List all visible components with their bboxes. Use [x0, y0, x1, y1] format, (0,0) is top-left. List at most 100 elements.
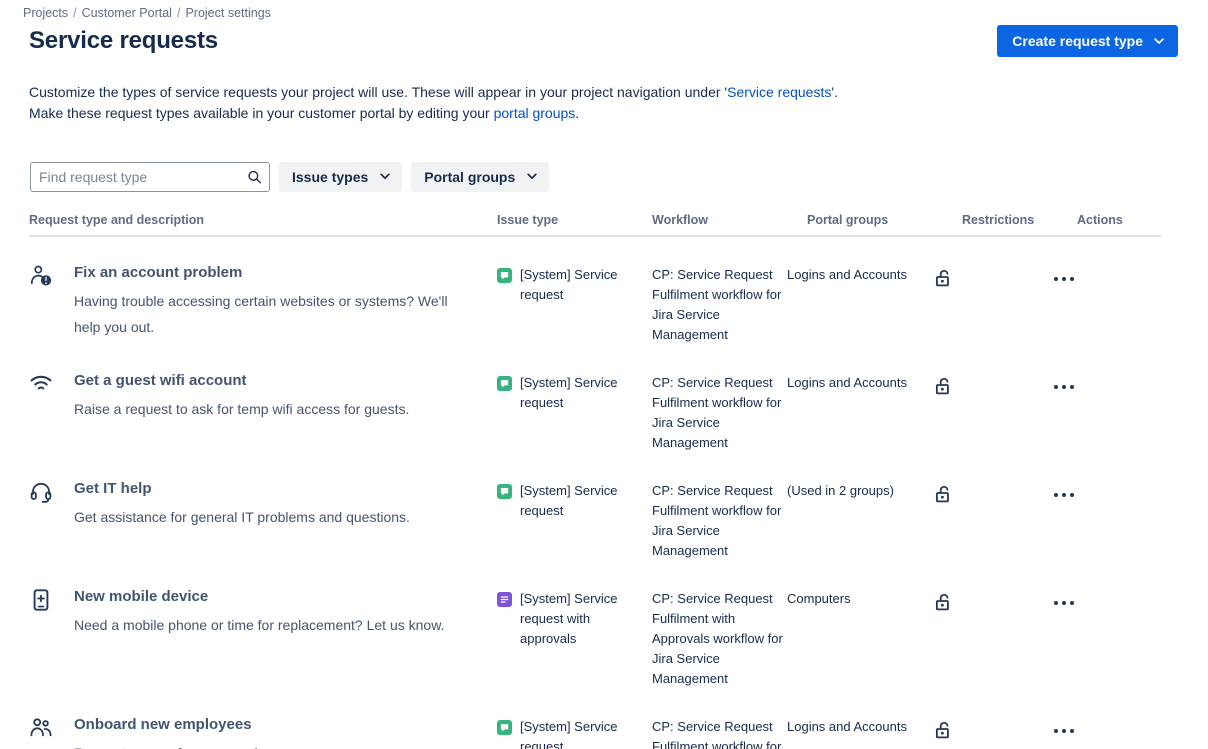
- actions-cell: [1042, 371, 1126, 395]
- create-request-type-label: Create request type: [1012, 33, 1143, 49]
- issue-type-label: [System] Service request with approvals: [520, 591, 618, 646]
- breadcrumb-item-project-settings[interactable]: Project settings: [185, 6, 270, 20]
- issue-type-cell: [System] Service request with approvals: [497, 587, 652, 649]
- portal-groups-cell: Logins and Accounts: [787, 719, 907, 734]
- portal-groups-cell: Computers: [787, 591, 851, 606]
- chevron-down-icon: [379, 169, 391, 185]
- description-text: Make these request types available in yo…: [29, 105, 494, 121]
- issue-types-filter-label: Issue types: [292, 169, 369, 185]
- actions-cell: [1042, 479, 1126, 503]
- request-type-cell: Get a guest wifi account Raise a request …: [29, 371, 497, 422]
- chevron-down-icon: [526, 169, 538, 185]
- headset-icon: [29, 479, 59, 530]
- breadcrumb-item-projects[interactable]: Projects: [23, 6, 68, 20]
- portal-groups-filter-label: Portal groups: [424, 169, 516, 185]
- request-type-cell: Fix an account problem Having trouble acc…: [29, 263, 497, 340]
- person-alert-icon: [29, 263, 59, 340]
- portal-groups-cell: Logins and Accounts: [787, 267, 907, 282]
- request-type-cell: New mobile device Need a mobile phone or …: [29, 587, 497, 638]
- description-text: '.: [831, 84, 838, 100]
- unlocked-padlock-icon[interactable]: [934, 376, 955, 397]
- actions-cell: [1042, 715, 1126, 739]
- request-type-description: Having trouble accessing certain website…: [74, 293, 448, 335]
- table-row: Onboard new employees Request access for …: [29, 689, 1161, 749]
- portal-groups-filter-button[interactable]: Portal groups: [411, 162, 550, 192]
- table-body: Fix an account problem Having trouble acc…: [29, 237, 1161, 749]
- wifi-icon: [29, 371, 59, 422]
- request-type-title[interactable]: Get a guest wifi account: [74, 371, 409, 391]
- actions-cell: [1042, 263, 1126, 287]
- more-actions-icon[interactable]: [1053, 384, 1075, 390]
- mobile-device-add-icon: [29, 587, 59, 638]
- restrictions-cell: [927, 371, 1042, 402]
- page-description: Customize the types of service requests …: [29, 82, 929, 124]
- portal-groups-link[interactable]: portal groups: [494, 105, 576, 121]
- issue-types-filter-button[interactable]: Issue types: [279, 162, 403, 192]
- column-header-issue-type: Issue type: [497, 213, 559, 227]
- column-header-workflow: Workflow: [652, 213, 709, 227]
- request-type-title[interactable]: New mobile device: [74, 587, 444, 607]
- issue-type-label: [System] Service request: [520, 483, 618, 518]
- request-type-title[interactable]: Get IT help: [74, 479, 410, 499]
- column-header-actions: Actions: [1077, 213, 1123, 227]
- issue-type-cell: [System] Service request: [497, 263, 652, 305]
- service-requests-page: Projects / Customer Portal / Project setting…: [0, 0, 1208, 749]
- request-type-description: Get assistance for general IT problems a…: [74, 509, 410, 525]
- request-type-cell: Onboard new employees Request access for …: [29, 715, 497, 749]
- unlocked-padlock-icon[interactable]: [934, 720, 955, 741]
- table-row: New mobile device Need a mobile phone or …: [29, 561, 1161, 689]
- request-type-description: Request access for new employees.: [74, 740, 299, 749]
- issue-type-cell: [System] Service request: [497, 479, 652, 521]
- description-text: Customize the types of service requests …: [29, 84, 728, 100]
- service-request-green-icon: [497, 268, 512, 283]
- more-actions-icon[interactable]: [1053, 600, 1075, 606]
- description-text: .: [575, 105, 580, 121]
- workflow-cell: CP: Service Request Fulfilment workflow …: [652, 375, 782, 450]
- unlocked-padlock-icon[interactable]: [934, 268, 955, 289]
- service-request-green-icon: [497, 376, 512, 391]
- portal-groups-cell: Logins and Accounts: [787, 375, 907, 390]
- request-type-cell: Get IT help Get assistance for general IT…: [29, 479, 497, 530]
- workflow-cell: CP: Service Request Fulfilment workflow …: [652, 719, 782, 749]
- breadcrumb-item-customer-portal[interactable]: Customer Portal: [82, 6, 172, 20]
- service-requests-link[interactable]: Service requests: [727, 84, 831, 100]
- workflow-cell: CP: Service Request Fulfilment workflow …: [652, 267, 782, 342]
- create-request-type-button[interactable]: Create request type: [997, 25, 1178, 57]
- request-type-title[interactable]: Onboard new employees: [74, 715, 299, 735]
- service-request-green-icon: [497, 484, 512, 499]
- unlocked-padlock-icon[interactable]: [934, 484, 955, 505]
- workflow-cell: CP: Service Request Fulfilment with Appr…: [652, 591, 783, 686]
- issue-type-cell: [System] Service request: [497, 371, 652, 413]
- table-header-row: Request type and description Issue type …: [29, 212, 1161, 237]
- column-header-restrictions: Restrictions: [962, 213, 1035, 227]
- issue-type-cell: [System] Service request: [497, 715, 652, 749]
- restrictions-cell: [927, 479, 1042, 510]
- more-actions-icon[interactable]: [1053, 276, 1075, 282]
- unlocked-padlock-icon[interactable]: [934, 592, 955, 613]
- table-row: Fix an account problem Having trouble acc…: [29, 237, 1161, 345]
- search-icon[interactable]: [247, 170, 262, 185]
- restrictions-cell: [927, 715, 1042, 746]
- chevron-down-icon: [1153, 35, 1165, 47]
- breadcrumb-separator: /: [176, 6, 181, 20]
- request-type-description: Need a mobile phone or time for replacem…: [74, 617, 445, 633]
- breadcrumb-separator: /: [73, 6, 77, 20]
- request-type-title[interactable]: Fix an account problem: [74, 263, 449, 283]
- more-actions-icon[interactable]: [1053, 492, 1075, 498]
- description-line-1: Customize the types of service requests …: [29, 82, 929, 103]
- request-types-table: Request type and description Issue type …: [29, 212, 1161, 749]
- service-request-approvals-purple-icon: [497, 592, 512, 607]
- portal-groups-cell: (Used in 2 groups): [787, 483, 894, 498]
- table-row: Get IT help Get assistance for general IT…: [29, 453, 1161, 561]
- description-line-2: Make these request types available in yo…: [29, 103, 929, 124]
- workflow-cell: CP: Service Request Fulfilment workflow …: [652, 483, 782, 558]
- search-input[interactable]: [31, 163, 269, 191]
- more-actions-icon[interactable]: [1053, 728, 1075, 734]
- restrictions-cell: [927, 263, 1042, 294]
- search-box[interactable]: [30, 162, 270, 192]
- request-type-description: Raise a request to ask for temp wifi acc…: [74, 401, 410, 417]
- breadcrumb: Projects / Customer Portal / Project setting…: [23, 5, 271, 21]
- service-request-green-icon: [497, 720, 512, 735]
- page-title: Service requests: [29, 27, 218, 54]
- filter-bar: Issue types Portal groups: [30, 162, 550, 192]
